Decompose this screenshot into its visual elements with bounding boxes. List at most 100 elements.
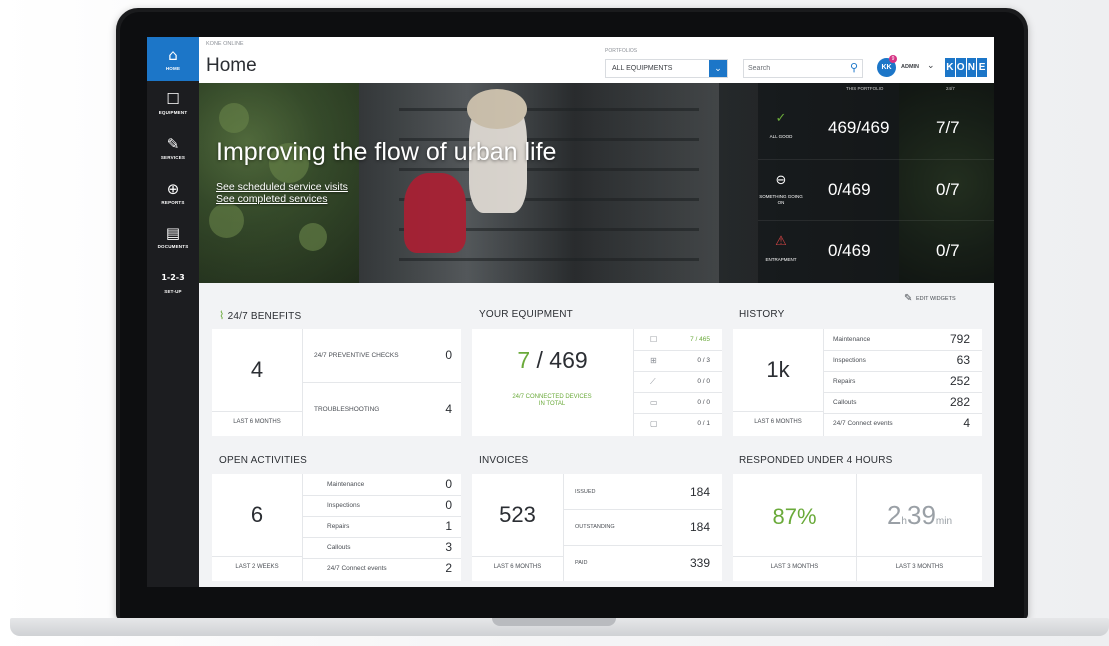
walkway-icon: ▭ — [650, 398, 658, 407]
average-response-time: 2h39min — [857, 500, 982, 531]
row-value: 282 — [949, 395, 970, 409]
divider — [823, 350, 982, 351]
logo-letter: K — [945, 58, 955, 77]
search-input[interactable] — [748, 62, 838, 74]
invoices-total: 523 — [499, 502, 536, 527]
equipment-caption: 24/7 CONNECTED DEVICES IN TOTAL — [512, 394, 592, 407]
page-title: Home — [206, 55, 257, 76]
invoices-card[interactable]: 523 LAST 6 MONTHS ISSUED 184 OUTSTANDING… — [472, 474, 722, 581]
divider — [823, 371, 982, 372]
product-name: KONE ONLINE — [206, 41, 244, 47]
row-value: 339 — [689, 556, 710, 570]
nav-home[interactable]: ⌂ HOME — [147, 37, 199, 81]
row-value: 63 — [956, 353, 970, 367]
nav-label: SERVICES — [160, 155, 186, 160]
responded-card[interactable]: 87% 2h39min LAST 3 MONTHS LAST 3 MONTHS — [733, 474, 982, 581]
equipment-elevators: 7 / 465 — [690, 336, 710, 343]
row-label: Maintenance — [833, 336, 871, 343]
divider — [563, 545, 722, 546]
edit-icon[interactable]: ✎ — [904, 293, 912, 304]
nav-label: SET-UP — [164, 289, 182, 294]
nav-equipment[interactable]: ☐ EQUIPMENT — [147, 81, 199, 125]
total-count: / 469 — [530, 347, 588, 373]
edit-widgets-link[interactable]: EDIT WIDGETS — [916, 296, 956, 302]
minus-circle-icon: ⊖ — [775, 173, 787, 188]
row-value: 2 — [445, 561, 452, 575]
row-label: Inspections — [833, 357, 866, 364]
equipment-other: 0 / 1 — [697, 420, 710, 427]
equipment-icon: ☐ — [166, 90, 180, 108]
row-label: 24/7 Connect events — [327, 565, 387, 572]
status-row-all-good[interactable]: ✓ ALL GOOD 469/469 7/7 — [758, 98, 994, 159]
other-icon: ▢ — [650, 419, 658, 428]
connected-count: 7 — [517, 347, 531, 373]
benefits-total: 4 — [250, 357, 264, 382]
open-activities-total: 6 — [250, 502, 264, 527]
status-row-something-going-on[interactable]: ⊖ SOMETHING GOING ON 0/469 0/7 — [758, 159, 994, 221]
divider — [823, 413, 982, 414]
nav-setup[interactable]: 1-2-3 SET-UP — [147, 260, 199, 304]
search-box: ⚲ — [743, 59, 863, 78]
row-value: 0 — [445, 477, 452, 491]
nav-label: HOME — [165, 66, 181, 71]
search-icon[interactable]: ⚲ — [850, 61, 858, 74]
portfolios-label: PORTFOLIOS — [605, 48, 638, 54]
row-label: Repairs — [327, 523, 350, 530]
equipment-card[interactable]: 7 / 469 24/7 CONNECTED DEVICES IN TOTAL … — [472, 329, 722, 436]
kone-logo: K O N E — [945, 58, 987, 77]
top-header: KONE ONLINE Home PORTFOLIOS ALL EQUIPMEN… — [199, 37, 994, 84]
row-label: PAID — [575, 560, 588, 566]
completed-services-link[interactable]: See completed services — [216, 193, 327, 205]
nav-documents[interactable]: ▤ DOCUMENTS — [147, 215, 199, 259]
divider — [302, 558, 461, 559]
divider — [563, 474, 564, 581]
row-label: Maintenance — [327, 481, 365, 488]
home-icon: ⌂ — [168, 46, 178, 64]
nav-label: REPORTS — [161, 200, 185, 205]
row-value: 252 — [949, 374, 970, 388]
benefits-card[interactable]: 4 LAST 6 MONTHS 24/7 PREVENTIVE CHECKS 0… — [212, 329, 461, 436]
nav-label: EQUIPMENT — [158, 110, 188, 115]
divider — [212, 556, 302, 557]
nav-services[interactable]: ✎ SERVICES — [147, 126, 199, 170]
chevron-down-icon[interactable]: ⌄ — [927, 61, 935, 71]
row-value: 0 — [445, 348, 452, 362]
chevron-down-icon[interactable]: ⌄ — [709, 60, 727, 77]
user-role[interactable]: ADMIN — [901, 64, 919, 70]
equipment-connected-total: 7 / 469 — [472, 347, 633, 374]
divider — [823, 392, 982, 393]
widget-title-open-activities: OPEN ACTIVITIES — [219, 455, 308, 466]
row-value: 4 — [445, 402, 452, 416]
open-activities-card[interactable]: 6 LAST 2 WEEKS Maintenance 0 Inspections… — [212, 474, 461, 581]
app-screen: ⌂ HOME ☐ EQUIPMENT ✎ SERVICES ⊕ REPORTS … — [147, 37, 994, 587]
divider — [302, 474, 303, 581]
row-label: Callouts — [833, 399, 857, 406]
logo-letter: O — [955, 58, 966, 77]
widget-title-responded: RESPONDED UNDER 4 HOURS — [739, 455, 893, 466]
portfolio-select[interactable]: ALL EQUIPMENTS ⌄ — [605, 59, 728, 78]
divider — [733, 556, 982, 557]
row-value: 184 — [689, 485, 710, 499]
status-row-entrapment[interactable]: ⚠ ENTRAPMENT 0/469 0/7 — [758, 220, 994, 282]
status-portfolio-count: 0/469 — [828, 180, 871, 199]
document-icon: ▤ — [165, 224, 181, 242]
equipment-status-panel: THIS PORTFOLIO 24/7 ✓ ALL GOOD 469/469 7… — [758, 83, 994, 283]
divider — [633, 371, 722, 372]
row-label: Callouts — [327, 544, 351, 551]
sidebar: ⌂ HOME ☐ EQUIPMENT ✎ SERVICES ⊕ REPORTS … — [147, 37, 199, 587]
divider — [633, 413, 722, 414]
status-247-count: 0/7 — [936, 241, 960, 260]
elevator-icon: ☐ — [650, 335, 658, 344]
history-card[interactable]: 1k LAST 6 MONTHS Maintenance 792 Inspect… — [733, 329, 982, 436]
col-header-247: 24/7 — [946, 86, 955, 91]
widget-title-invoices: INVOICES — [479, 455, 529, 466]
nav-reports[interactable]: ⊕ REPORTS — [147, 171, 199, 215]
scheduled-visits-link[interactable]: See scheduled service visits — [216, 181, 348, 193]
row-label: TROUBLESHOOTING — [314, 406, 380, 413]
minutes-value: 39 — [906, 500, 936, 530]
check-circle-icon: ✓ — [775, 111, 787, 126]
response-time-period: LAST 3 MONTHS — [895, 564, 944, 570]
status-portfolio-count: 0/469 — [828, 241, 871, 260]
benefits-period: LAST 6 MONTHS — [233, 419, 281, 425]
row-label: OUTSTANDING — [575, 524, 615, 530]
